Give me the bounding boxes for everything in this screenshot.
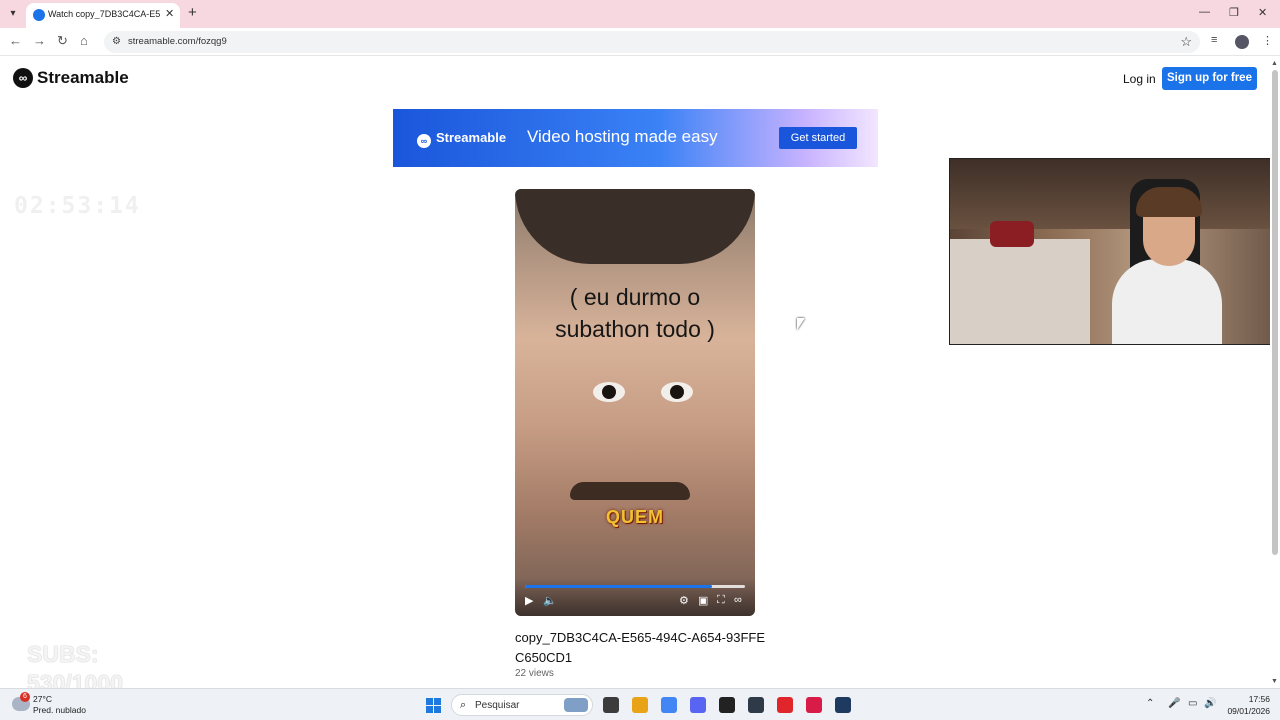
subs-label: SUBS: [27, 641, 99, 667]
video-title: copy_7DB3C4CA-E565-494C-A654-93FFEC650CD… [515, 630, 766, 665]
tab-search-icon[interactable]: ▾ [4, 5, 22, 23]
search-icon: ⌕ [460, 699, 467, 711]
menu-kebab-icon[interactable]: ⋮ [1262, 34, 1273, 47]
tab-close-icon[interactable]: ✕ [165, 7, 174, 20]
restore-icon[interactable]: ❐ [1229, 6, 1239, 19]
streamable-favicon-icon [33, 9, 45, 21]
clock-date: 09/01/2026 [1227, 706, 1270, 716]
video-frame-pupil [670, 385, 684, 399]
scroll-up-icon[interactable]: ▲ [1271, 60, 1278, 67]
tab-title: Watch copy_7DB3C4CA-E565-4 [48, 9, 160, 19]
video-overlay-line1: ( eu durmo o [569, 284, 701, 310]
reload-icon[interactable]: ↻ [57, 33, 68, 49]
banner-logo-text: Streamable [436, 130, 507, 145]
microphone-icon[interactable]: 🎤 [1168, 698, 1180, 709]
fullscreen-icon[interactable]: ⛶ [717, 594, 725, 607]
video-caption-word: QUEM [606, 507, 664, 527]
video-forehead-text: ( eu durmo o subathon todo ) [515, 281, 755, 345]
video-frame-moustache [570, 482, 690, 500]
app-icon[interactable] [719, 697, 735, 713]
browser-toolbar: ← → ↻ ⌂ ⚙ streamable.com/fozqg9 ☆ ≡ ⋮ [0, 28, 1280, 56]
file-explorer-icon[interactable] [632, 697, 648, 713]
app-icon[interactable] [806, 697, 822, 713]
scroll-down-icon[interactable]: ▼ [1271, 678, 1278, 685]
address-bar[interactable]: ⚙ streamable.com/fozqg9 ☆ [104, 31, 1200, 53]
notification-badge: 6 [20, 692, 30, 702]
bookmark-star-icon[interactable]: ☆ [1180, 34, 1192, 50]
streamable-logo-icon: ∞ [13, 68, 33, 88]
video-frame-eye [593, 382, 625, 402]
get-started-button[interactable]: Get started [779, 127, 857, 149]
webcam-pillow [990, 221, 1034, 247]
search-highlight-icon [564, 698, 588, 712]
windows-start-icon[interactable] [426, 698, 441, 713]
webcam-couch [950, 239, 1090, 344]
close-window-icon[interactable]: ✕ [1258, 6, 1267, 19]
app-icon[interactable] [777, 697, 793, 713]
home-icon[interactable]: ⌂ [80, 33, 88, 48]
back-icon[interactable]: ← [9, 33, 22, 48]
app-icon[interactable] [748, 697, 764, 713]
streamable-watermark-icon[interactable]: ∞ [734, 594, 742, 606]
video-progress-bar[interactable] [525, 585, 745, 588]
view-count: 22 views [515, 668, 554, 679]
volume-icon[interactable]: 🔈 [543, 594, 557, 607]
video-progress-fill [525, 585, 712, 588]
weather-temperature: 27°C [33, 694, 52, 704]
clock-time: 17:56 [1248, 694, 1270, 704]
settings-gear-icon[interactable]: ⚙ [679, 594, 689, 607]
windows-taskbar: 6 27°C Pred. nublado ⌕ Pesquisar ⌃ 🎤 ▭ 🔊… [0, 688, 1280, 720]
scrollbar-thumb[interactable] [1272, 70, 1278, 555]
video-overlay-line2: subathon todo ) [555, 316, 715, 342]
task-view-icon[interactable] [603, 697, 619, 713]
forward-icon[interactable]: → [33, 33, 46, 48]
play-icon[interactable]: ▶ [525, 594, 533, 607]
taskbar-search[interactable]: ⌕ Pesquisar [451, 694, 593, 716]
promo-banner[interactable]: ∞ Streamable Video hosting made easy Get … [393, 109, 878, 167]
profile-avatar[interactable] [1235, 35, 1249, 49]
video-frame-eye [661, 382, 693, 402]
webcam-person [1112, 259, 1222, 344]
webcam-hair [1136, 187, 1202, 217]
speaker-icon[interactable]: 🔊 [1204, 698, 1216, 709]
banner-logo-icon: ∞ [417, 134, 431, 148]
logo-text: Streamable [37, 68, 129, 87]
new-tab-icon[interactable]: + [188, 4, 197, 21]
signup-button[interactable]: Sign up for free [1162, 67, 1257, 90]
webcam-overlay [949, 158, 1280, 345]
discord-icon[interactable] [690, 697, 706, 713]
app-icon[interactable] [835, 697, 851, 713]
tab-strip: ▾ Watch copy_7DB3C4CA-E565-4 ✕ + — ❐ ✕ [0, 0, 1280, 28]
url-text: streamable.com/fozqg9 [128, 36, 227, 47]
picture-in-picture-icon[interactable]: ▣ [698, 594, 708, 607]
chrome-icon[interactable] [661, 697, 677, 713]
login-link[interactable]: Log in [1123, 72, 1156, 86]
video-frame-hair [515, 189, 755, 264]
video-controls: ▶ 🔈 ⚙ ▣ ⛶ ∞ [515, 578, 755, 616]
network-icon[interactable]: ▭ [1188, 698, 1197, 709]
video-player[interactable]: ( eu durmo o subathon todo ) QUEM ▶ 🔈 ⚙ … [515, 189, 755, 616]
site-settings-icon[interactable]: ⚙ [112, 36, 121, 47]
stream-timer: 02:53:14 [14, 193, 141, 219]
webcam-wall [950, 159, 1279, 229]
tab-active[interactable]: Watch copy_7DB3C4CA-E565-4 ✕ [26, 3, 180, 28]
weather-widget[interactable]: 6 27°C Pred. nublado [12, 692, 132, 718]
mouse-cursor-icon [797, 318, 805, 330]
media-control-icon[interactable]: ≡ [1211, 34, 1217, 46]
taskbar-clock[interactable]: 17:56 09/01/2026 [1222, 693, 1270, 717]
banner-logo: ∞ Streamable [417, 130, 506, 148]
banner-tagline: Video hosting made easy [527, 127, 718, 146]
video-frame-pupil [602, 385, 616, 399]
minimize-icon[interactable]: — [1199, 6, 1210, 18]
search-placeholder: Pesquisar [475, 700, 520, 711]
weather-description: Pred. nublado [33, 705, 86, 715]
tray-overflow-icon[interactable]: ⌃ [1146, 698, 1154, 709]
